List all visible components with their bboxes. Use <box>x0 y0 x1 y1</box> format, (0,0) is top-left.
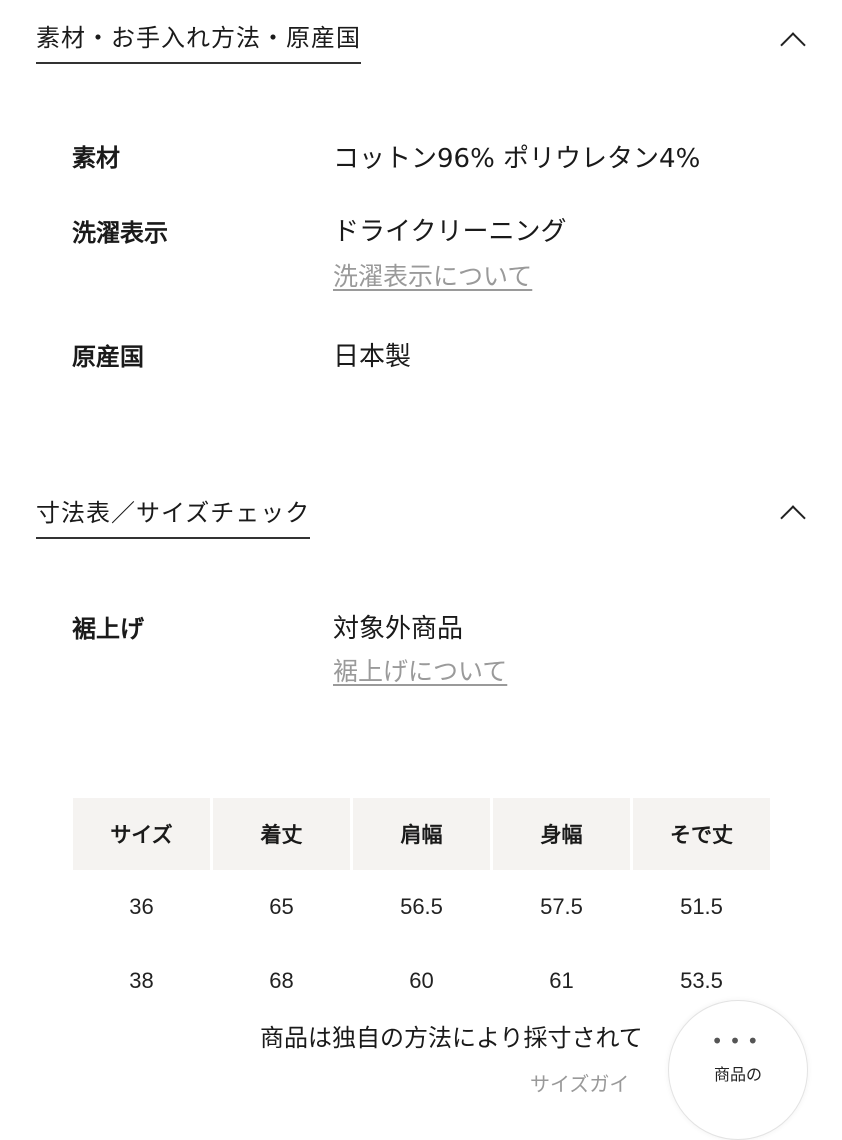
table-row: 38 68 60 61 53.5 <box>73 944 770 1018</box>
table-row: 36 65 56.5 57.5 51.5 <box>73 870 770 944</box>
chevron-up-icon[interactable] <box>780 32 806 58</box>
table-cell: 68 <box>269 968 294 993</box>
washing-label: 洗濯表示 <box>72 219 168 247</box>
hem-label: 裾上げ <box>72 615 144 643</box>
table-cell: 56.5 <box>400 894 443 919</box>
table-cell: 65 <box>269 894 294 919</box>
section-title-material: 素材・お手入れ方法・原産国 <box>36 22 361 64</box>
washing-value: ドライクリーニング <box>333 217 567 247</box>
hem-info-link[interactable]: 裾上げについて <box>333 656 507 688</box>
material-label: 素材 <box>72 144 120 172</box>
size-check-header[interactable]: 寸法表／サイズチェック <box>0 495 842 555</box>
size-table-header-row: サイズ 着丈 肩幅 身幅 そで丈 <box>73 798 770 870</box>
material-value: コットン96% ポリウレタン4% <box>333 144 701 174</box>
header-sleeve: そで丈 <box>633 798 770 870</box>
product-menu-floating-button[interactable]: ••• 商品の <box>668 1000 808 1140</box>
floating-button-label: 商品の <box>713 1065 762 1084</box>
table-cell: 60 <box>409 968 434 993</box>
more-dots-icon: ••• <box>711 1029 765 1053</box>
origin-value: 日本製 <box>333 342 412 372</box>
size-table: サイズ 着丈 肩幅 身幅 そで丈 36 65 56.5 57.5 51.5 38… <box>70 798 773 1018</box>
header-length: 着丈 <box>213 798 350 870</box>
material-care-origin-header[interactable]: 素材・お手入れ方法・原産国 <box>0 20 842 80</box>
header-size: サイズ <box>73 798 210 870</box>
header-chest: 身幅 <box>493 798 630 870</box>
chevron-up-icon[interactable] <box>780 505 806 531</box>
size-guide-link[interactable]: サイズガイ <box>530 1068 629 1097</box>
header-shoulder: 肩幅 <box>353 798 490 870</box>
table-cell: 51.5 <box>680 894 723 919</box>
origin-label: 原産国 <box>72 343 144 371</box>
section-title-size: 寸法表／サイズチェック <box>36 497 311 539</box>
washing-info-link[interactable]: 洗濯表示について <box>333 261 532 293</box>
table-cell: 38 <box>129 968 154 993</box>
measurement-note: 商品は独自の方法により採寸されて <box>260 1024 643 1052</box>
table-cell: 57.5 <box>540 894 583 919</box>
table-cell: 61 <box>549 968 574 993</box>
table-cell: 36 <box>129 894 154 919</box>
hem-value: 対象外商品 <box>333 614 464 644</box>
